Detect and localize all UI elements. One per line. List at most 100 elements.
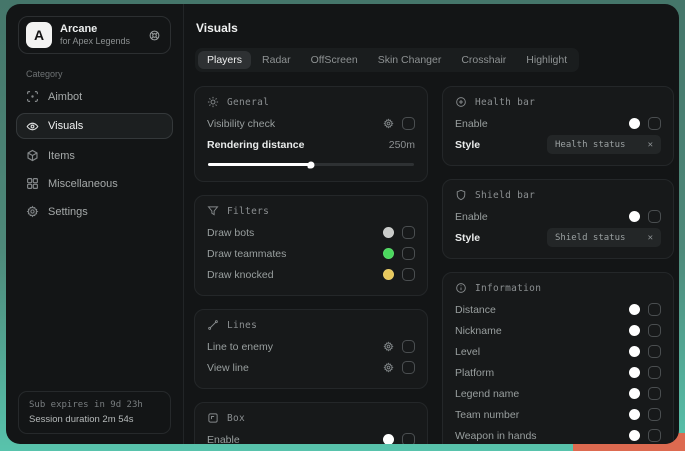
funnel-icon: [207, 205, 219, 217]
panel-title: General: [227, 97, 269, 108]
row-label: Platform: [455, 367, 494, 379]
nickname-checkbox[interactable]: [648, 324, 661, 337]
tab-highlight[interactable]: Highlight: [517, 51, 576, 69]
sidebar-nav: Aimbot Visuals Items: [6, 85, 183, 223]
tab-players[interactable]: Players: [198, 51, 251, 69]
slider-thumb[interactable]: [308, 161, 315, 168]
tab-skin-changer[interactable]: Skin Changer: [369, 51, 451, 69]
color-swatch[interactable]: [629, 304, 640, 315]
settings-gear-icon[interactable]: [383, 362, 394, 373]
weapon-in-hands-row: Weapon in hands: [455, 425, 661, 444]
row-label: Weapon in hands: [455, 430, 537, 442]
line-to-enemy-checkbox[interactable]: [402, 340, 415, 353]
app-title: Arcane: [60, 23, 130, 37]
color-swatch[interactable]: [629, 118, 640, 129]
row-label: Style: [455, 232, 480, 244]
color-swatch[interactable]: [629, 430, 640, 441]
row-label: Draw bots: [207, 227, 254, 239]
panel-title: Shield bar: [475, 190, 535, 201]
color-swatch[interactable]: [383, 248, 394, 259]
color-swatch[interactable]: [383, 269, 394, 280]
color-swatch[interactable]: [383, 434, 394, 444]
clear-icon[interactable]: ✕: [648, 233, 653, 243]
line-icon: [207, 319, 219, 331]
view-line-row: View line: [207, 357, 415, 378]
info-icon: [455, 282, 467, 294]
row-label: Enable: [455, 118, 488, 130]
panel-lines: Lines Line to enemy: [194, 309, 428, 389]
health-style-select[interactable]: Health status ✕: [547, 135, 661, 154]
shield-enable-checkbox[interactable]: [648, 210, 661, 223]
panel-information: Information Distance Nickname: [442, 272, 674, 444]
sidebar-item-label: Settings: [48, 206, 88, 218]
sidebar-item-label: Visuals: [48, 120, 83, 132]
nickname-row: Nickname: [455, 320, 661, 341]
sidebar-item-items[interactable]: Items: [16, 144, 173, 167]
draw-bots-row: Draw bots: [207, 222, 415, 243]
row-label: Enable: [455, 211, 488, 223]
color-swatch[interactable]: [629, 346, 640, 357]
visibility-check-checkbox[interactable]: [402, 117, 415, 130]
draw-knocked-checkbox[interactable]: [402, 268, 415, 281]
level-row: Level: [455, 341, 661, 362]
clear-icon[interactable]: ✕: [648, 140, 653, 150]
main-content: Visuals Players Radar OffScreen Skin Cha…: [184, 4, 679, 444]
health-icon: [455, 96, 467, 108]
view-line-checkbox[interactable]: [402, 361, 415, 374]
draw-teammates-checkbox[interactable]: [402, 247, 415, 260]
sidebar-item-settings[interactable]: Settings: [16, 200, 173, 223]
sidebar-item-label: Aimbot: [48, 91, 82, 103]
panel-filters: Filters Draw bots Draw teammates: [194, 195, 428, 296]
sidebar-item-label: Miscellaneous: [48, 178, 118, 190]
crosshair-icon: [26, 90, 39, 103]
color-swatch[interactable]: [629, 388, 640, 399]
team-number-row: Team number: [455, 404, 661, 425]
color-swatch[interactable]: [383, 227, 394, 238]
draw-bots-checkbox[interactable]: [402, 226, 415, 239]
health-enable-checkbox[interactable]: [648, 117, 661, 130]
panel-box: Box Enable Enable background: [194, 402, 428, 444]
row-label: Nickname: [455, 325, 502, 337]
shield-enable-row: Enable: [455, 206, 661, 227]
app-header: A Arcane for Apex Legends: [18, 16, 171, 54]
tab-radar[interactable]: Radar: [253, 51, 300, 69]
tab-offscreen[interactable]: OffScreen: [302, 51, 367, 69]
legend-name-row: Legend name: [455, 383, 661, 404]
select-value: Shield status: [555, 233, 625, 243]
color-swatch[interactable]: [629, 325, 640, 336]
row-label: Line to enemy: [207, 341, 273, 353]
health-style-row: Style Health status ✕: [455, 134, 661, 155]
gear-icon[interactable]: [148, 29, 161, 42]
shield-style-select[interactable]: Shield status ✕: [547, 228, 661, 247]
weapon-in-hands-checkbox[interactable]: [648, 429, 661, 442]
color-swatch[interactable]: [629, 409, 640, 420]
level-checkbox[interactable]: [648, 345, 661, 358]
panel-title: Filters: [227, 206, 269, 217]
eye-icon: [26, 120, 39, 133]
draw-teammates-row: Draw teammates: [207, 243, 415, 264]
tab-crosshair[interactable]: Crosshair: [452, 51, 515, 69]
select-value: Health status: [555, 140, 625, 150]
settings-gear-icon[interactable]: [383, 341, 394, 352]
sidebar: A Arcane for Apex Legends Category: [6, 4, 184, 444]
platform-checkbox[interactable]: [648, 366, 661, 379]
color-swatch[interactable]: [629, 367, 640, 378]
team-number-checkbox[interactable]: [648, 408, 661, 421]
panel-title: Box: [227, 413, 245, 424]
app-window: A Arcane for Apex Legends Category: [6, 4, 679, 444]
row-label: Draw teammates: [207, 248, 286, 260]
box-enable-checkbox[interactable]: [402, 433, 415, 444]
settings-gear-icon[interactable]: [383, 118, 394, 129]
platform-row: Platform: [455, 362, 661, 383]
sidebar-item-aimbot[interactable]: Aimbot: [16, 85, 173, 108]
row-label: Visibility check: [207, 118, 275, 130]
color-swatch[interactable]: [629, 211, 640, 222]
tab-bar: Players Radar OffScreen Skin Changer Cro…: [195, 48, 579, 72]
subscription-status-card: Sub expires in 9d 23h Session duration 2…: [18, 391, 171, 434]
rendering-distance-slider[interactable]: [208, 163, 414, 166]
sidebar-item-miscellaneous[interactable]: Miscellaneous: [16, 172, 173, 195]
gear-icon: [26, 205, 39, 218]
sidebar-item-visuals[interactable]: Visuals: [16, 113, 173, 139]
distance-checkbox[interactable]: [648, 303, 661, 316]
legend-name-checkbox[interactable]: [648, 387, 661, 400]
